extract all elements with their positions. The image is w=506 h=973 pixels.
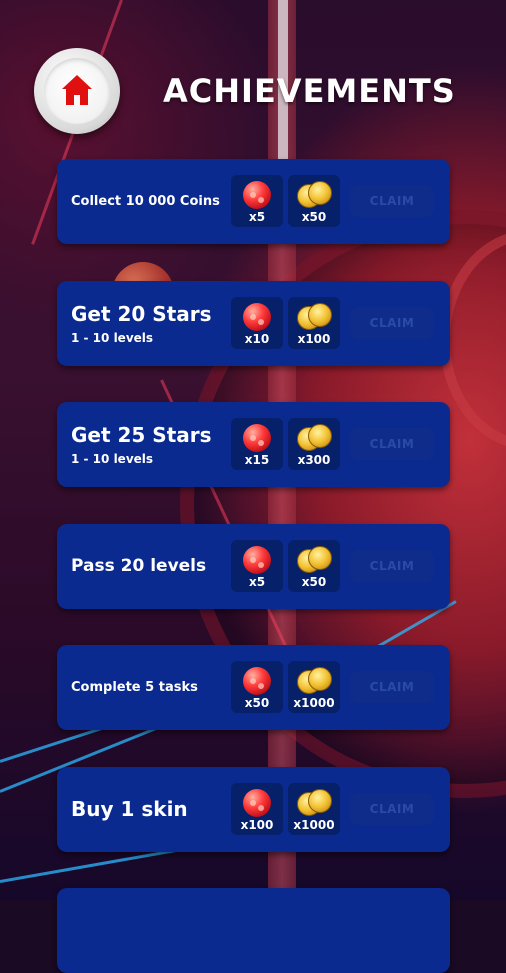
gem-reward: x15 — [231, 418, 283, 470]
gem-reward: x5 — [231, 175, 283, 227]
coin-reward: x1000 — [288, 661, 340, 713]
claim-button[interactable]: CLAIM — [350, 549, 434, 582]
coin-reward: x100 — [288, 296, 340, 349]
page-title: ACHIEVEMENTS — [163, 72, 456, 110]
coin-reward: x50 — [288, 175, 340, 227]
achievement-card: Pass 20 levels x5 x50 CLAIM — [57, 523, 450, 609]
gem-amount: x5 — [248, 210, 266, 224]
achievement-name: Get 25 Stars — [71, 423, 212, 447]
coin-reward: x1000 — [288, 782, 340, 835]
coin-amount: x1000 — [293, 817, 335, 832]
coins-icon — [297, 545, 332, 573]
coins-icon — [297, 667, 332, 694]
coin-amount: x50 — [301, 574, 327, 589]
gem-amount: x50 — [244, 696, 270, 710]
coin-amount: x1000 — [293, 696, 335, 710]
achievement-text: Complete 5 tasks — [71, 645, 198, 730]
claim-button[interactable]: CLAIM — [350, 185, 434, 217]
achievement-name: Get 20 Stars — [71, 301, 212, 326]
gem-icon — [243, 667, 271, 695]
home-icon — [62, 75, 92, 105]
achievement-name: Buy 1 skin — [71, 797, 188, 821]
coin-reward: x50 — [288, 539, 340, 592]
coin-amount: x50 — [301, 210, 327, 224]
claim-button[interactable]: CLAIM — [350, 792, 434, 825]
home-button[interactable] — [34, 48, 120, 134]
gem-icon — [243, 181, 271, 209]
achievement-card: Collect 10 000 Coins x5 x50 CLAIM — [57, 159, 450, 244]
gem-reward: x50 — [231, 661, 283, 713]
achievement-card: Get 20 Stars 1 - 10 levels x10 x100 CLAI… — [57, 280, 450, 366]
achievement-card: Buy 1 skin x100 x1000 CLAIM — [57, 766, 450, 852]
claim-button[interactable]: CLAIM — [350, 306, 434, 339]
claim-button[interactable]: CLAIM — [350, 671, 434, 703]
achievement-name: Pass 20 levels — [71, 556, 207, 576]
achievement-name: Complete 5 tasks — [71, 680, 198, 695]
gem-icon — [243, 788, 271, 817]
gem-amount: x5 — [248, 574, 266, 589]
coin-reward: x300 — [288, 418, 340, 470]
achievement-card: Get 25 Stars 1 - 10 levels x15 x300 CLAI… — [57, 402, 450, 487]
coins-icon — [297, 302, 332, 330]
achievement-text: Pass 20 levels — [71, 524, 206, 609]
coin-amount: x100 — [297, 331, 331, 346]
coins-icon — [297, 424, 332, 451]
gem-icon — [243, 302, 271, 331]
gem-reward: x100 — [231, 782, 283, 835]
achievement-text: Buy 1 skin — [71, 767, 188, 852]
gem-reward: x5 — [231, 539, 283, 592]
coin-amount: x300 — [297, 453, 331, 467]
achievement-card-partial — [57, 888, 450, 973]
coins-icon — [297, 181, 332, 208]
coins-icon — [297, 788, 332, 816]
gem-icon — [243, 545, 271, 574]
claim-button[interactable]: CLAIM — [350, 428, 434, 460]
achievement-subtitle: 1 - 10 levels — [71, 452, 154, 466]
gem-amount: x100 — [240, 817, 274, 832]
gem-amount: x15 — [244, 453, 270, 467]
achievement-text: Get 25 Stars 1 - 10 levels — [71, 402, 212, 487]
achievement-subtitle: 1 - 10 levels — [71, 330, 154, 345]
gem-icon — [243, 424, 271, 452]
achievement-name: Collect 10 000 Coins — [71, 194, 220, 209]
achievement-card: Complete 5 tasks x50 x1000 CLAIM — [57, 645, 450, 730]
gem-amount: x10 — [244, 331, 270, 346]
achievement-text: Collect 10 000 Coins — [71, 159, 220, 244]
gem-reward: x10 — [231, 296, 283, 349]
home-button-face — [44, 58, 110, 124]
achievement-text: Get 20 Stars 1 - 10 levels — [71, 281, 212, 366]
